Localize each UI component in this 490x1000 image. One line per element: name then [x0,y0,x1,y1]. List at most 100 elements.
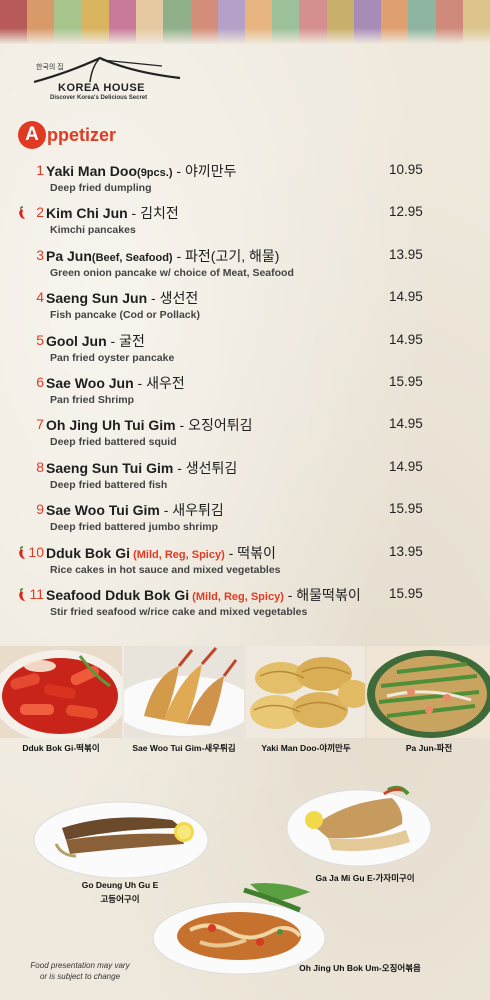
item-number: 11 [29,586,44,602]
item-korean-name: - 굴전 [106,332,145,349]
item-number: 8 [36,458,44,475]
item-korean-name: - 해물떡볶이 [283,587,361,603]
decorative-header-stripes [0,0,490,44]
item-price: 13.95 [389,246,423,262]
item-number: 5 [36,331,44,348]
item-korean-name: - 생선튀김 [173,459,238,476]
menu-item: 9 Sae Woo Tui Gim - 새우튀김 Deep fried batter… [0,499,490,539]
caption-yaki-man-doo: Yaki Man Doo-야끼만두 [261,743,351,753]
spicy-pepper-icon [19,545,25,559]
item-title: Gool Jun - 굴전 [46,331,145,351]
item-price: 14.95 [389,331,423,347]
item-korean-name: - 생선전 [147,290,199,307]
item-extra: (9pcs.) [137,167,173,179]
stripe-block [217,0,245,44]
caption-oh-jing-uh-bok-um: Oh Jing Uh Bok Um-오징어볶음 [299,963,421,973]
item-number: 9 [36,501,44,518]
item-title: Seafood Dduk Bok Gi (Mild, Reg, Spicy) -… [46,585,361,605]
menu-item: 2 Kim Chi Jun - 김치전 Kimchi pancakes 12.95 [0,202,490,242]
item-number: 10 [28,543,44,560]
item-price: 14.95 [389,416,423,432]
stripe-block [81,0,109,44]
stripe-block [435,0,463,44]
menu-item: 5 Gool Jun - 굴전 Pan fried oyster pancake 14… [0,330,490,370]
item-price: 14.95 [389,289,423,305]
item-name: Pa Jun [46,247,92,264]
item-price: 14.95 [389,458,423,474]
photo-go-deung-uh-gu-e [32,798,210,882]
item-korean-name: - 떡볶이 [224,544,276,561]
stripe-block [136,0,164,44]
stripe-block [272,0,300,44]
item-korean-name: - 야끼만두 [172,163,237,179]
note-line-1: Food presentation may vary [30,961,130,970]
section-title-rest: ppetizer [47,124,117,145]
item-description: Fish pancake (Cod or Pollack) [50,309,200,322]
item-title: Kim Chi Jun - 김치전 [46,203,179,223]
item-number: 3 [36,246,44,263]
item-price: 15.95 [389,586,423,601]
item-price: 15.95 [389,374,423,389]
item-description: Deep fried battered jumbo shrimp [50,521,219,534]
item-korean-name: - 김치전 [127,205,179,222]
item-korean-name: - 오징어튀김 [175,417,253,434]
item-description: Green onion pancake w/ choice of Meat, S… [50,266,294,279]
photo-dduk-bok-gi [0,646,122,738]
item-description: Rice cakes in hot sauce and mixed vegeta… [50,563,281,576]
item-name: Seafood Dduk Bok Gi [46,587,190,603]
stripe-block [27,0,55,44]
item-korean-name: - 파전(고기, 해물) [172,247,280,264]
item-name: Saeng Sun Jun [46,290,148,307]
menu-item: 4 Saeng Sun Jun - 생선전 Fish pancake (Cod or… [0,287,490,327]
presentation-note: Food presentation may vary or is subject… [20,960,140,982]
spicy-pepper-icon [19,588,25,601]
item-description: Stir fried seafood w/rice cake and mixed… [50,606,308,618]
korea-house-logo: 한국의 집 KOREA HOUSE Discover Korea's Delic… [30,52,210,104]
menu-item: 8 Saeng Sun Tui Gim - 생선튀김 Deep fried batt… [0,457,490,497]
item-name: Gool Jun [46,332,107,349]
menu-item: 6 Sae Woo Jun - 새우전 Pan fried Shrimp 15.95 [0,372,490,412]
item-title: Saeng Sun Tui Gim - 생선튀김 [46,458,237,478]
stripe-block [408,0,436,44]
item-description: Pan fried oyster pancake [50,351,175,364]
logo-tagline: Discover Korea's Delicious Secret [50,95,148,101]
item-name: Sae Woo Tui Gim [46,502,160,519]
item-extra: (Beef, Seafood) [91,251,173,264]
menu-item: 1 Yaki Man Doo(9pcs.) - 야끼만두 Deep fried du… [0,160,490,200]
item-title: Yaki Man Doo(9pcs.) - 야끼만두 [46,161,236,181]
stripe-block [190,0,218,44]
spicy-pepper-icon [19,206,25,220]
menu-item: 11 Seafood Dduk Bok Gi (Mild, Reg, Spicy)… [0,584,490,624]
item-description: Deep fried battered fish [50,478,168,491]
stripe-block [244,0,273,44]
caption-pa-jun: Pa Jun-파전 [405,743,453,753]
item-title: Saeng Sun Jun - 생선전 [46,288,198,308]
item-number: 6 [36,374,44,390]
item-price: 12.95 [389,204,423,220]
stripe-block [462,0,490,44]
photo-ga-ja-mi-gu-e [284,780,434,870]
item-spice-options: (Mild, Reg, Spicy) [189,591,284,603]
menu-item: 3 Pa Jun(Beef, Seafood) - 파전(고기, 해물) Green… [0,245,490,285]
caption-sae-woo-tui-gim: Sae Woo Tui Gim-새우튀김 [132,743,236,753]
item-title: Dduk Bok Gi (Mild, Reg, Spicy) - 떡볶이 [46,543,276,563]
item-price: 10.95 [389,162,423,177]
item-description: Kimchi pancakes [50,224,136,237]
stripe-block [108,0,137,44]
stripe-block [163,0,191,44]
item-name: Dduk Bok Gi [46,544,131,561]
item-number: 7 [36,416,44,433]
item-number: 2 [36,204,44,221]
item-description: Deep fried dumpling [50,182,152,194]
stripe-block [54,0,82,44]
item-name: Saeng Sun Tui Gim [46,459,174,476]
item-title: Pa Jun(Beef, Seafood) - 파전(고기, 해물) [46,246,279,266]
item-spice-options: (Mild, Reg, Spicy) [130,548,225,561]
menu-item: 7 Oh Jing Uh Tui Gim - 오징어튀김 Deep fried ba… [0,414,490,454]
section-heading: A ppetizer [18,120,116,150]
item-number: 1 [36,162,44,178]
item-title: Sae Woo Tui Gim - 새우튀김 [46,500,224,520]
stripe-block [381,0,409,44]
item-price: 13.95 [389,543,423,559]
item-title: Sae Woo Jun - 새우전 [46,373,185,393]
